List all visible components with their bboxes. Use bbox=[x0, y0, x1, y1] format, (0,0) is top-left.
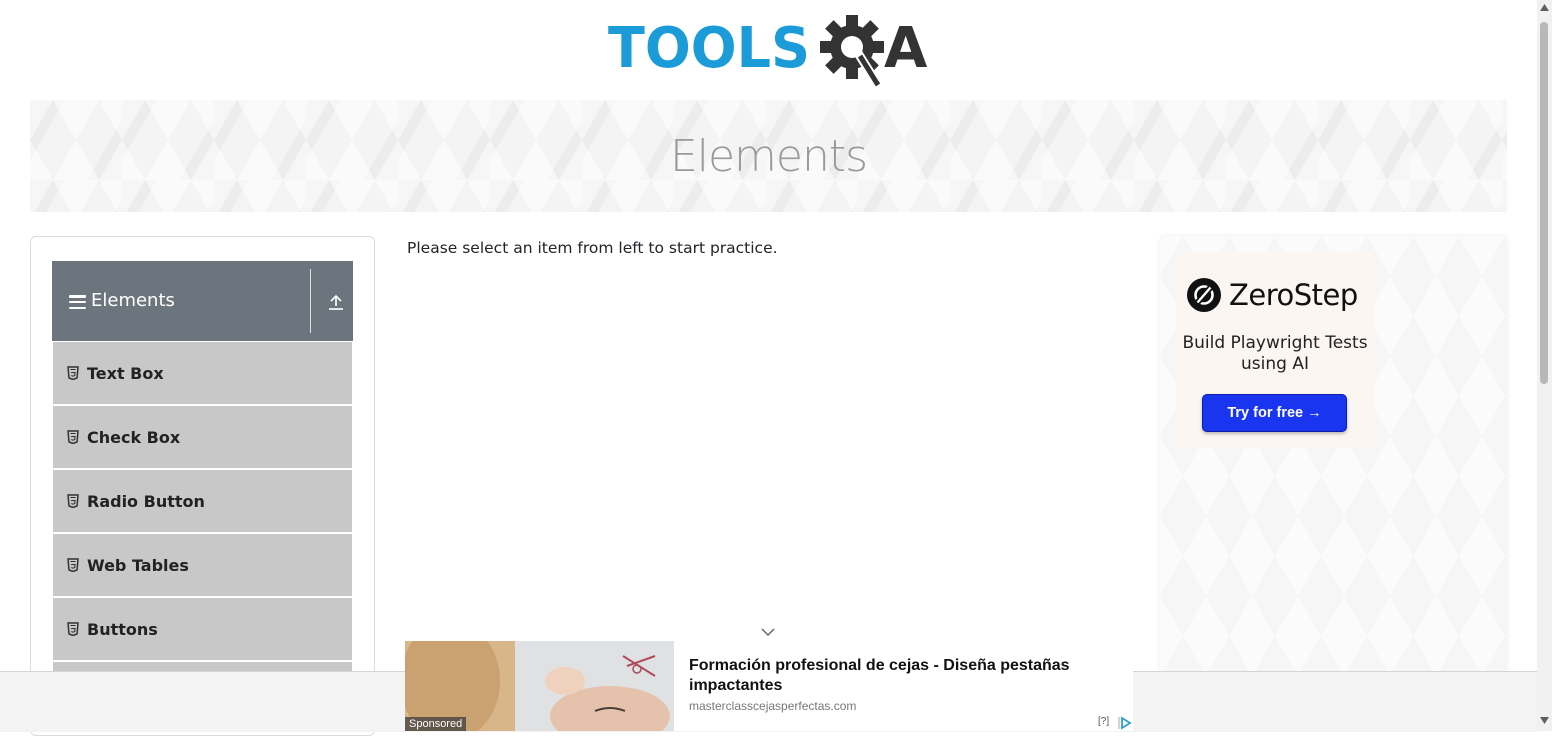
ad-tagline: Build Playwright Tests using AI bbox=[1182, 333, 1368, 374]
sidebar-item-text-box[interactable]: Text Box bbox=[53, 342, 352, 404]
sidebar-item-label: Radio Button bbox=[87, 491, 205, 511]
html5-icon bbox=[67, 494, 79, 508]
sidebar-item-label: Web Tables bbox=[87, 555, 189, 575]
hamburger-icon bbox=[69, 295, 86, 310]
gear-icon bbox=[820, 15, 884, 88]
sidebar-group-elements[interactable]: Elements bbox=[52, 261, 353, 341]
ad-headline[interactable]: Formación profesional de cejas - Diseña … bbox=[689, 656, 1109, 696]
toolsqa-logo[interactable]: TOOLS A bbox=[608, 14, 934, 92]
zerostep-logo-icon bbox=[1187, 278, 1221, 312]
header-divider bbox=[310, 269, 311, 333]
html5-icon bbox=[67, 622, 79, 636]
logo-text-tools: TOOLS bbox=[608, 16, 810, 81]
html5-icon bbox=[67, 366, 79, 380]
scroll-down-arrow-icon[interactable] bbox=[1540, 717, 1549, 724]
html5-icon bbox=[67, 430, 79, 444]
sponsored-label: Sponsored bbox=[405, 717, 467, 731]
sidebar-item-buttons[interactable]: Buttons bbox=[53, 598, 352, 660]
logo-text-a: A bbox=[884, 16, 928, 81]
ad-brand-name: ZeroStep bbox=[1229, 278, 1358, 312]
try-for-free-button[interactable]: Try for free → bbox=[1202, 394, 1347, 432]
scrollbar-thumb[interactable] bbox=[1540, 22, 1548, 384]
sidebar-group-title: Elements bbox=[91, 290, 175, 311]
sidebar-item-check-box[interactable]: Check Box bbox=[53, 406, 352, 468]
html5-icon bbox=[67, 558, 79, 572]
intro-text: Please select an item from left to start… bbox=[407, 239, 778, 257]
chevron-down-icon[interactable] bbox=[760, 627, 776, 637]
page-title: Elements bbox=[669, 130, 868, 182]
collapse-arrow-icon[interactable] bbox=[327, 293, 345, 311]
sidebar-item-web-tables[interactable]: Web Tables bbox=[53, 534, 352, 596]
adchoices-icon[interactable] bbox=[1118, 716, 1132, 730]
sidebar-item-radio-button[interactable]: Radio Button bbox=[53, 470, 352, 532]
sidebar-item-label: Buttons bbox=[87, 619, 158, 639]
scroll-up-arrow-icon[interactable] bbox=[1540, 4, 1549, 11]
sidebar-item-label: Text Box bbox=[87, 363, 164, 383]
sidebar-item-label: Check Box bbox=[87, 427, 181, 447]
ad-url[interactable]: masterclasscejasperfectas.com bbox=[689, 699, 856, 713]
page-banner: Elements bbox=[30, 100, 1507, 212]
ad-choices-link[interactable]: [?] bbox=[1098, 716, 1109, 727]
